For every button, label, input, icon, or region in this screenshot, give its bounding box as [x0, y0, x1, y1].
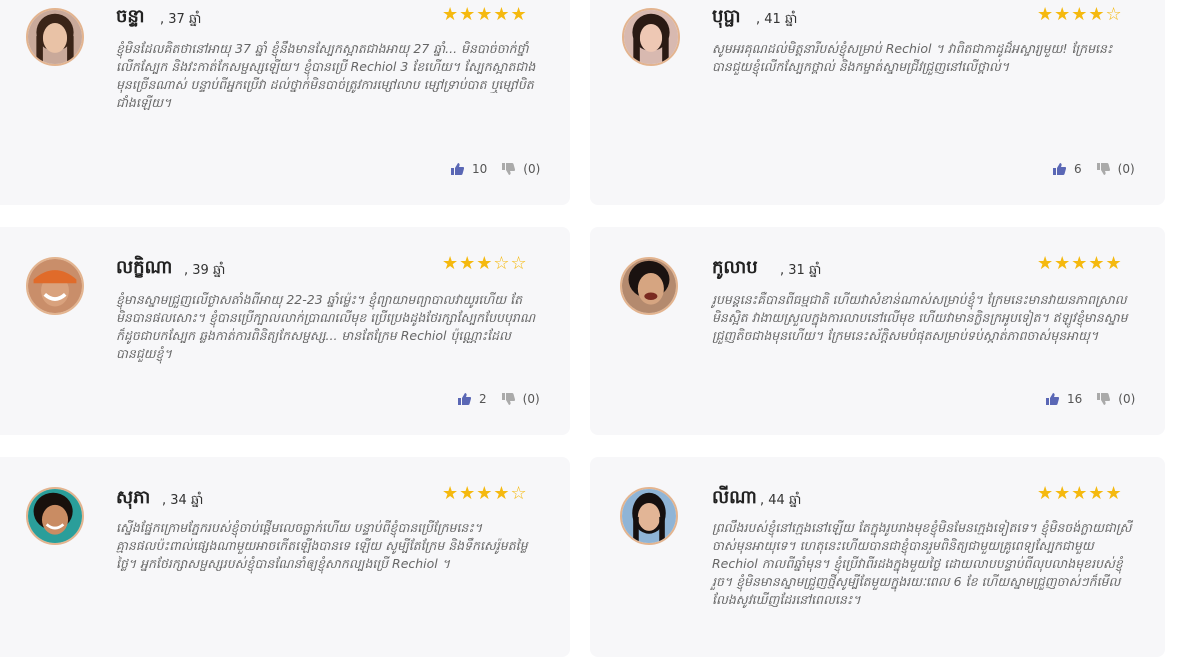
avatar [622, 8, 680, 66]
review-card: សុភា , 34 ឆ្នាំ ★★★★☆ ស្នើងផ្នែកក្រោមភ្ន… [0, 457, 570, 657]
reviewer-age: , 31 ឆ្នាំ [780, 263, 822, 278]
thumbs-down-icon[interactable] [1096, 162, 1110, 176]
avatar [620, 487, 678, 545]
reviewer-name: លក្ខិណា [116, 257, 173, 278]
vote-bar: 2 (0) [457, 392, 540, 406]
avatar [26, 257, 84, 315]
reviewer-name: បុប្ផា [712, 6, 741, 27]
dislike-count: (0) [1118, 392, 1136, 406]
vote-bar: 16 (0) [1045, 392, 1135, 406]
review-text: ខ្ញុំមានស្នាមជ្រួញលើថ្ងាសតាំងពីអាយុ 22-2… [116, 292, 536, 361]
review-card: កូលាប , 31 ឆ្នាំ ★★★★★ រូបមន្តនេះគឺបានពី… [590, 227, 1165, 435]
avatar-photo [624, 10, 678, 64]
like-count: 16 [1067, 392, 1083, 406]
star-rating-stars: ★★★★★ [1037, 483, 1123, 504]
vote-bar: 10 (0) [450, 162, 540, 176]
reviewer-age: , 39 ឆ្នាំ [184, 263, 226, 278]
reviewer-age: , 44 ឆ្នាំ [760, 493, 802, 508]
review-text: ខ្ញុំមិនដែលគិតថានៅអាយុ 37 ឆ្នាំ ខ្ញុំនឹង… [116, 41, 536, 110]
vote-bar: 6 (0) [1052, 162, 1135, 176]
dislike-count: (0) [523, 162, 541, 176]
avatar-photo [28, 10, 82, 64]
star-rating-stars: ★★★★★ [442, 4, 528, 25]
like-count: 10 [472, 162, 488, 176]
reviewer-name: ចន្ទា [116, 6, 145, 27]
star-rating: ★★★★★ [1037, 255, 1123, 273]
avatar-photo [622, 489, 676, 543]
review-text: ព្រលឹងរបស់ខ្ញុំនៅក្មេងនៅឡើយ តែក្នុងរូបរា… [712, 520, 1132, 607]
reviewer-age: , 41 ឆ្នាំ [756, 12, 798, 27]
thumbs-down-icon[interactable] [1096, 392, 1111, 406]
avatar-photo [28, 489, 82, 543]
review-text: ស្នើងផ្នែកក្រោមភ្នែករបស់ខ្ញុំចាប់ផ្តើមលេ… [116, 520, 528, 571]
avatar [26, 487, 84, 545]
like-count: 6 [1074, 162, 1082, 176]
reviewer-name: កូលាប [712, 257, 758, 278]
dislike-count: (0) [522, 392, 540, 406]
reviewer-age: , 34 ឆ្នាំ [162, 493, 204, 508]
dislike-count: (0) [1117, 162, 1135, 176]
star-rating: ★★★☆☆ [442, 255, 528, 273]
review-card: លីណា , 44 ឆ្នាំ ★★★★★ ព្រលឹងរបស់ខ្ញុំនៅក… [590, 457, 1165, 657]
like-count: 2 [479, 392, 487, 406]
reviewer-age: , 37 ឆ្នាំ [160, 12, 202, 27]
star-rating-stars: ★★★★☆ [442, 483, 528, 504]
thumbs-down-icon[interactable] [501, 162, 516, 176]
thumbs-up-icon[interactable] [450, 162, 464, 176]
star-rating-stars: ★★★★☆ [1037, 4, 1123, 25]
star-rating: ★★★★★ [442, 6, 528, 24]
star-rating: ★★★★★ [1037, 485, 1123, 503]
avatar-photo [28, 259, 82, 313]
star-rating: ★★★★☆ [1037, 6, 1123, 24]
review-text: សូមអរគុណដល់មិត្តនារីបស់ខ្ញុំសម្រាប់ Rech… [712, 41, 1113, 74]
star-rating-stars: ★★★☆☆ [442, 253, 528, 274]
review-card: លក្ខិណា , 39 ឆ្នាំ ★★★☆☆ ខ្ញុំមានស្នាមជ្… [0, 227, 570, 435]
reviewer-name: សុភា [116, 487, 151, 508]
thumbs-up-icon[interactable] [1045, 392, 1059, 406]
review-card: បុប្ផា , 41 ឆ្នាំ ★★★★☆ សូមអរគុណដល់មិត្ត… [590, 0, 1165, 205]
review-text: រូបមន្តនេះគឺបានពីធម្មជាតិ ហើយវាសំខាន់ណាស… [712, 292, 1128, 343]
review-card: ចន្ទា , 37 ឆ្នាំ ★★★★★ ខ្ញុំមិនដែលគិតថាន… [0, 0, 570, 205]
reviewer-name: លីណា [712, 487, 757, 508]
avatar [620, 257, 678, 315]
star-rating-stars: ★★★★★ [1037, 253, 1123, 274]
thumbs-down-icon[interactable] [501, 392, 515, 406]
star-rating: ★★★★☆ [442, 485, 528, 503]
avatar [26, 8, 84, 66]
thumbs-up-icon[interactable] [457, 392, 471, 406]
avatar-photo [622, 259, 676, 313]
thumbs-up-icon[interactable] [1052, 162, 1066, 176]
